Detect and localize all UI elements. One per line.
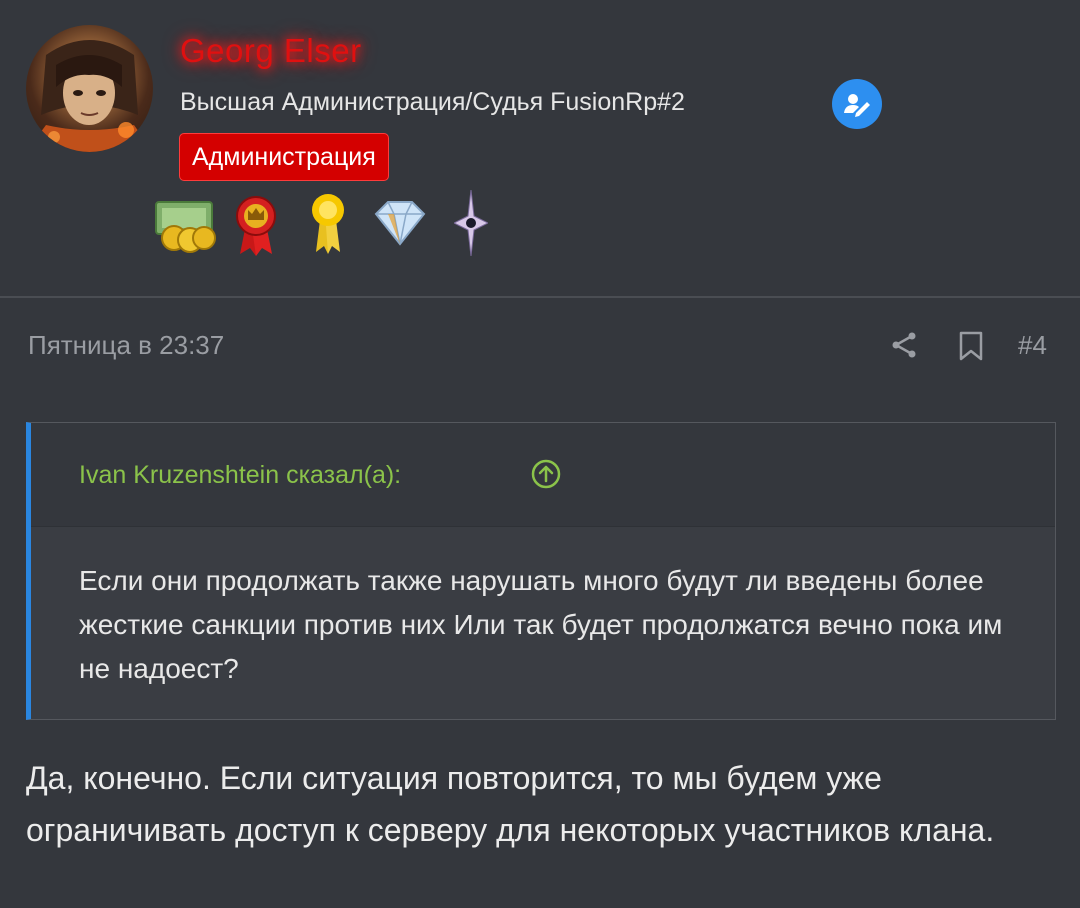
sun-ribbon-award-icon[interactable] [308,192,348,261]
quote-header: Ivan Kruzenshtein сказал(а): [31,423,1055,527]
role-badge: Администрация [179,133,389,181]
awards-row [150,189,500,261]
quote-block: Ivan Kruzenshtein сказал(а): Если они пр… [26,422,1056,720]
star-award-icon[interactable] [452,189,490,261]
diamond-award-icon[interactable] [372,198,428,253]
money-award-icon[interactable] [152,196,218,259]
verified-icon [832,79,882,129]
post-date[interactable]: Пятница в 23:37 [28,330,224,361]
post-number-link[interactable]: #4 [1018,330,1047,361]
avatar[interactable] [26,25,153,152]
author-username[interactable]: Georg Elser [180,32,362,70]
share-icon[interactable] [890,330,920,365]
bookmark-icon[interactable] [958,331,984,366]
post-body-text: Да, конечно. Если ситуация повторится, т… [26,760,995,848]
quote-text: Если они продолжать также нарушать много… [79,565,1003,684]
arrow-up-circle-icon[interactable] [531,459,561,489]
post-author-header: Georg Elser Высшая Администрация/Судья F… [0,0,1080,298]
quote-author-link[interactable]: Ivan Kruzenshtein сказал(а): [79,461,401,490]
crown-ribbon-award-icon[interactable] [234,194,278,261]
author-title: Высшая Администрация/Судья FusionRp#2 [180,88,685,116]
post-meta-row: Пятница в 23:37 #4 [0,298,1080,398]
